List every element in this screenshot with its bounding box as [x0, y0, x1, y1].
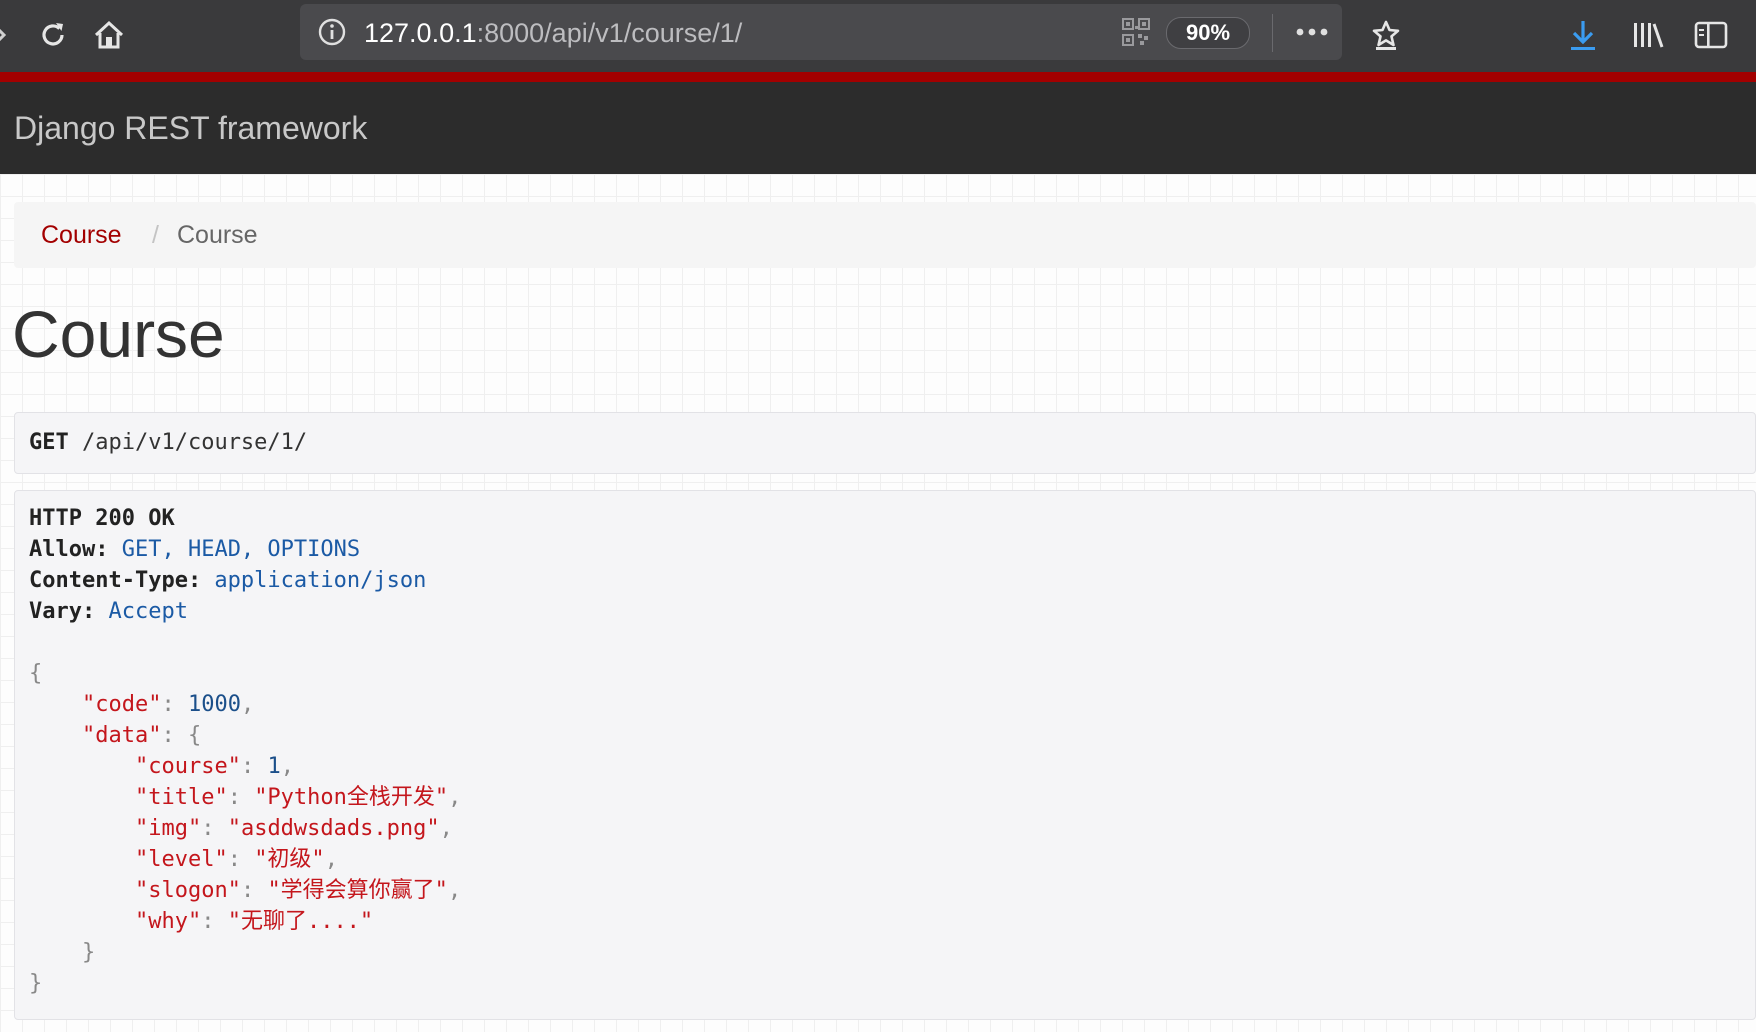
- more-icon[interactable]: [1292, 18, 1332, 46]
- library-icon[interactable]: [1625, 12, 1671, 58]
- accent-strip: [0, 72, 1756, 82]
- json-string: "无聊了....": [227, 909, 374, 934]
- brace: }: [81, 940, 96, 965]
- breadcrumb-link-course[interactable]: Course: [41, 218, 122, 252]
- site-info-icon[interactable]: [316, 16, 348, 48]
- header-value: GET, HEAD, OPTIONS: [108, 537, 361, 562]
- json-key: "course": [134, 754, 241, 779]
- json-key: "title": [134, 785, 228, 810]
- url-host: 127.0.0.1: [364, 18, 477, 48]
- response-content: HTTP 200 OK Allow: GET, HEAD, OPTIONS Co…: [29, 503, 461, 999]
- home-icon[interactable]: [86, 12, 132, 58]
- brace: {: [187, 723, 202, 748]
- breadcrumb-active-course: Course: [177, 221, 258, 249]
- json-close-data: }: [29, 937, 461, 968]
- main-content: Course / Course Course GET /api/v1/cours…: [0, 174, 1756, 1032]
- json-key: "data": [81, 723, 162, 748]
- brace: }: [29, 971, 43, 996]
- json-line-why: "why": "无聊了....": [134, 909, 374, 934]
- header-value: application/json: [201, 568, 427, 593]
- response-header-content-type: Content-Type: application/json: [29, 565, 461, 596]
- qr-code-icon[interactable]: [1122, 18, 1150, 46]
- drf-navbar: Django REST framework: [0, 82, 1756, 174]
- json-line-level: "level": "初级",: [134, 847, 338, 872]
- reload-icon[interactable]: [30, 12, 76, 58]
- response-status: HTTP 200 OK: [29, 506, 175, 531]
- json-number: 1000: [187, 692, 241, 717]
- request-line: GET /api/v1/course/1/: [29, 427, 307, 459]
- json-line-img: "img": "asddwsdads.png",: [134, 816, 453, 841]
- url-text[interactable]: 127.0.0.1:8000/api/v1/course/1/: [364, 16, 742, 50]
- back-arrow-icon[interactable]: [0, 12, 22, 58]
- bookmark-star-icon[interactable]: [1363, 12, 1409, 58]
- response-header-vary: Vary: Accept: [29, 596, 461, 627]
- page-title: Course: [12, 297, 225, 371]
- json-close-brace: }: [29, 968, 461, 999]
- json-open-brace: {: [29, 658, 461, 689]
- json-line-slogon: "slogon": "学得会算你赢了",: [134, 878, 462, 903]
- browser-toolbar: 127.0.0.1:8000/api/v1/course/1/ 90%: [0, 0, 1756, 72]
- json-line-code: "code": 1000,: [81, 692, 255, 717]
- header-name: Vary:: [29, 599, 96, 624]
- request-path: /api/v1/course/1/: [68, 430, 308, 455]
- url-bar[interactable]: 127.0.0.1:8000/api/v1/course/1/ 90%: [300, 4, 1342, 60]
- json-line-title: "title": "Python全栈开发",: [134, 785, 462, 810]
- json-key: "code": [81, 692, 162, 717]
- json-key: "slogon": [134, 878, 241, 903]
- json-key: "img": [134, 816, 202, 841]
- zoom-level-badge[interactable]: 90%: [1166, 17, 1250, 49]
- json-string: "asddwsdads.png": [227, 816, 440, 841]
- json-line-data: "data": {: [81, 723, 202, 748]
- json-string: "Python全栈开发": [254, 785, 449, 810]
- sidebar-icon[interactable]: [1688, 12, 1734, 58]
- request-info: GET /api/v1/course/1/: [14, 412, 1756, 474]
- json-key: "why": [134, 909, 202, 934]
- breadcrumb-separator: /: [152, 221, 159, 249]
- navbar-brand[interactable]: Django REST framework: [14, 108, 367, 148]
- json-number: 1: [267, 754, 281, 779]
- url-path: :8000/api/v1/course/1/: [476, 18, 743, 48]
- response-header-allow: Allow: GET, HEAD, OPTIONS: [29, 534, 461, 565]
- request-method: GET: [29, 430, 69, 455]
- brace: {: [29, 661, 43, 686]
- json-string: "初级": [254, 847, 325, 872]
- header-value: Accept: [95, 599, 188, 624]
- json-key: "level": [134, 847, 228, 872]
- json-string: "学得会算你赢了": [267, 878, 448, 903]
- header-name: Content-Type:: [29, 568, 202, 593]
- json-line-course: "course": 1,: [134, 754, 294, 779]
- header-name: Allow:: [29, 537, 109, 562]
- breadcrumb: Course / Course: [14, 202, 1756, 268]
- download-icon[interactable]: [1560, 12, 1606, 58]
- urlbar-divider: [1272, 14, 1273, 52]
- response-info: HTTP 200 OK Allow: GET, HEAD, OPTIONS Co…: [14, 490, 1756, 1020]
